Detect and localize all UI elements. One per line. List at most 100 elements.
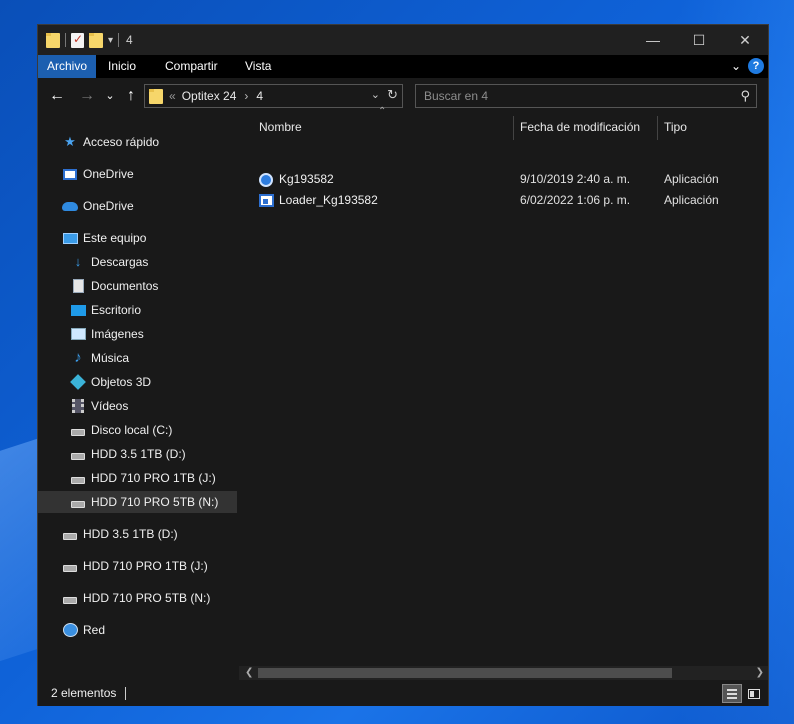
computer-icon: [62, 230, 78, 246]
item-count: 2 elementos: [51, 686, 117, 700]
column-header-type[interactable]: Tipo: [664, 114, 687, 140]
new-folder-icon[interactable]: [89, 32, 103, 48]
nav-label: HDD 710 PRO 1TB (J:): [91, 471, 216, 485]
download-icon: ↓: [74, 254, 82, 269]
minimize-button[interactable]: —: [630, 25, 676, 55]
file-name-cell: Loader_Kg193582: [259, 190, 378, 211]
tab-vista[interactable]: Vista: [245, 55, 271, 78]
nav-label: OneDrive: [83, 167, 134, 181]
ribbon-tabs: Archivo Inicio Compartir Vista ⌄ ?: [38, 55, 768, 78]
nav-label: Este equipo: [83, 231, 147, 245]
breadcrumb-current[interactable]: 4: [256, 89, 263, 103]
large-icons-view-button[interactable]: [744, 684, 764, 703]
nav-imagenes[interactable]: Imágenes: [70, 323, 144, 345]
onedrive-cloud-icon: [62, 198, 78, 214]
nav-root-hdd-j[interactable]: HDD 710 PRO 1TB (J:): [62, 555, 208, 577]
navigation-pane: ★ Acceso rápido OneDrive OneDrive Este e…: [38, 114, 239, 680]
nav-label: HDD 710 PRO 5TB (N:): [83, 591, 211, 605]
up-arrow-icon[interactable]: ↑: [122, 86, 140, 106]
refresh-icon[interactable]: ↻: [387, 87, 398, 103]
nav-root-hdd-d[interactable]: HDD 3.5 1TB (D:): [62, 523, 178, 545]
file-row[interactable]: Loader_Kg193582 6/02/2022 1:06 p. m. Apl…: [259, 190, 749, 211]
overflow-chevron-icon[interactable]: «: [169, 89, 176, 103]
search-input[interactable]: [416, 85, 716, 107]
nav-label: HDD 710 PRO 5TB (N:): [91, 495, 219, 509]
nav-label: Documentos: [91, 279, 159, 293]
pictures-icon: [70, 326, 86, 342]
quick-access-toolbar: ▾ 4: [46, 31, 133, 49]
nav-label: Escritorio: [91, 303, 142, 317]
nav-red[interactable]: Red: [62, 619, 105, 641]
back-arrow-icon[interactable]: ←: [48, 86, 66, 106]
column-header-name[interactable]: Nombre: [259, 114, 302, 140]
document-icon: [70, 278, 86, 294]
nav-escritorio[interactable]: Escritorio: [70, 299, 141, 321]
nav-videos[interactable]: Vídeos: [70, 395, 128, 417]
close-button[interactable]: ✕: [722, 25, 768, 55]
file-row[interactable]: Kg193582 9/10/2019 2:40 a. m. Aplicación: [259, 169, 749, 190]
nav-hdd-n[interactable]: HDD 710 PRO 5TB (N:): [38, 491, 237, 513]
file-name-cell: Kg193582: [259, 169, 334, 190]
navigation-bar: ← → ⌄ ↑ « Optitex 24 › 4 ⌄ ↻ ⚲: [38, 78, 768, 114]
hard-drive-icon: [62, 590, 78, 606]
nav-musica[interactable]: ♪ Música: [70, 347, 129, 369]
nav-label: HDD 3.5 1TB (D:): [83, 527, 178, 541]
breadcrumb-optitex[interactable]: Optitex 24: [182, 89, 237, 103]
details-view-icon: [727, 688, 737, 699]
scroll-right-icon[interactable]: ❯: [756, 666, 764, 680]
nav-onedrive-business[interactable]: OneDrive: [62, 163, 134, 185]
cube-3d-icon: [70, 374, 86, 390]
star-icon: ★: [64, 134, 76, 149]
network-icon: [62, 622, 78, 638]
tab-archivo[interactable]: Archivo: [38, 55, 97, 78]
nav-hdd-j[interactable]: HDD 710 PRO 1TB (J:): [70, 467, 216, 489]
nav-descargas[interactable]: ↓ Descargas: [70, 251, 149, 273]
breadcrumb-separator-icon[interactable]: ›: [244, 89, 248, 103]
column-header-modified[interactable]: Fecha de modificación: [520, 114, 640, 140]
properties-icon[interactable]: [71, 32, 84, 48]
horizontal-scrollbar[interactable]: ❮ ❯: [239, 666, 768, 680]
nav-label: Imágenes: [91, 327, 144, 341]
nav-onedrive-personal[interactable]: OneDrive: [62, 195, 134, 217]
folder-icon: [149, 88, 163, 104]
nav-disco-local-c[interactable]: Disco local (C:): [70, 419, 172, 441]
scrollbar-thumb[interactable]: [258, 668, 672, 678]
details-view-button[interactable]: [722, 684, 742, 703]
nav-label: Música: [91, 351, 130, 365]
nav-label: HDD 3.5 1TB (D:): [91, 447, 186, 461]
desktop-icon: [70, 302, 86, 318]
file-name: Loader_Kg193582: [279, 193, 378, 207]
nav-label: Vídeos: [91, 399, 129, 413]
hard-drive-icon: [70, 494, 86, 510]
app-window-icon: [259, 194, 274, 207]
hard-drive-icon: [62, 558, 78, 574]
nav-documentos[interactable]: Documentos: [70, 275, 158, 297]
customize-toolbar-icon[interactable]: ▾: [108, 35, 113, 46]
nav-objetos-3d[interactable]: Objetos 3D: [70, 371, 151, 393]
nav-this-pc[interactable]: Este equipo: [62, 227, 146, 249]
file-name: Kg193582: [279, 172, 334, 186]
search-icon[interactable]: ⚲: [740, 88, 750, 104]
search-box[interactable]: ⚲: [415, 84, 757, 108]
tab-compartir[interactable]: Compartir: [165, 55, 218, 78]
nav-root-hdd-n[interactable]: HDD 710 PRO 5TB (N:): [62, 587, 210, 609]
forward-arrow-icon[interactable]: →: [78, 86, 96, 106]
address-dropdown-icon[interactable]: ⌄: [371, 88, 380, 101]
music-note-icon: ♪: [74, 349, 82, 366]
recent-locations-chevron-icon[interactable]: ⌄: [104, 86, 116, 106]
hard-drive-icon: [70, 470, 86, 486]
address-bar[interactable]: « Optitex 24 › 4 ⌄ ↻: [144, 84, 403, 108]
nav-hdd-d[interactable]: HDD 3.5 1TB (D:): [70, 443, 186, 465]
nav-label: Objetos 3D: [91, 375, 152, 389]
tab-inicio[interactable]: Inicio: [108, 55, 136, 78]
large-icons-view-icon: [748, 688, 760, 699]
maximize-button[interactable]: ☐: [676, 25, 722, 55]
status-bar: 2 elementos: [38, 681, 768, 706]
file-modified: 9/10/2019 2:40 a. m.: [520, 172, 631, 186]
nav-label: Disco local (C:): [91, 423, 173, 437]
scroll-left-icon[interactable]: ❮: [245, 666, 253, 680]
title-bar: ▾ 4 — ☐ ✕: [38, 25, 768, 55]
expand-ribbon-icon[interactable]: ⌄: [731, 59, 741, 73]
nav-quick-access[interactable]: ★ Acceso rápido: [62, 131, 159, 153]
help-icon[interactable]: ?: [748, 58, 764, 74]
